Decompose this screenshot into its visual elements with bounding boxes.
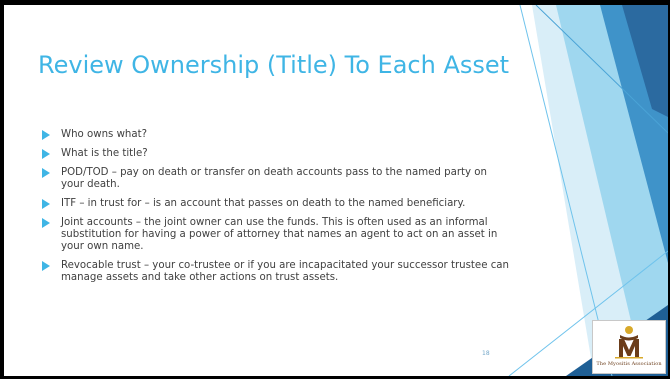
bullet-arrow-icon bbox=[42, 261, 50, 271]
bullet-text: Revocable trust – your co-trustee or if … bbox=[61, 260, 510, 283]
bullet-item: POD/TOD – pay on death or transfer on de… bbox=[42, 167, 512, 191]
bullet-list: Who owns what? What is the title? POD/TO… bbox=[42, 129, 512, 291]
slide-number: 18 bbox=[482, 350, 490, 357]
logo-text: The Myositis Association bbox=[596, 361, 662, 367]
bullet-text: ITF – in trust for – is an account that … bbox=[61, 198, 466, 209]
bullet-text: Who owns what? bbox=[61, 129, 148, 140]
slide: Review Ownership (Title) To Each Asset W… bbox=[4, 5, 668, 376]
bullet-arrow-icon bbox=[42, 199, 50, 209]
myositis-logo-icon bbox=[615, 326, 643, 359]
bullet-arrow-icon bbox=[42, 218, 50, 228]
slide-title: Review Ownership (Title) To Each Asset bbox=[38, 51, 510, 79]
bullet-item: What is the title? bbox=[42, 148, 512, 160]
bullet-text: Joint accounts – the joint owner can use… bbox=[61, 217, 498, 252]
bullet-arrow-icon bbox=[42, 168, 50, 178]
bullet-item: ITF – in trust for – is an account that … bbox=[42, 198, 512, 210]
bullet-arrow-icon bbox=[42, 149, 50, 159]
bullet-item: Revocable trust – your co-trustee or if … bbox=[42, 260, 512, 284]
bullet-arrow-icon bbox=[42, 130, 50, 140]
bullet-text: POD/TOD – pay on death or transfer on de… bbox=[61, 167, 487, 190]
bullet-item: Who owns what? bbox=[42, 129, 512, 141]
myositis-association-logo: The Myositis Association bbox=[592, 320, 666, 374]
bullet-item: Joint accounts – the joint owner can use… bbox=[42, 217, 512, 253]
bullet-text: What is the title? bbox=[61, 148, 148, 159]
